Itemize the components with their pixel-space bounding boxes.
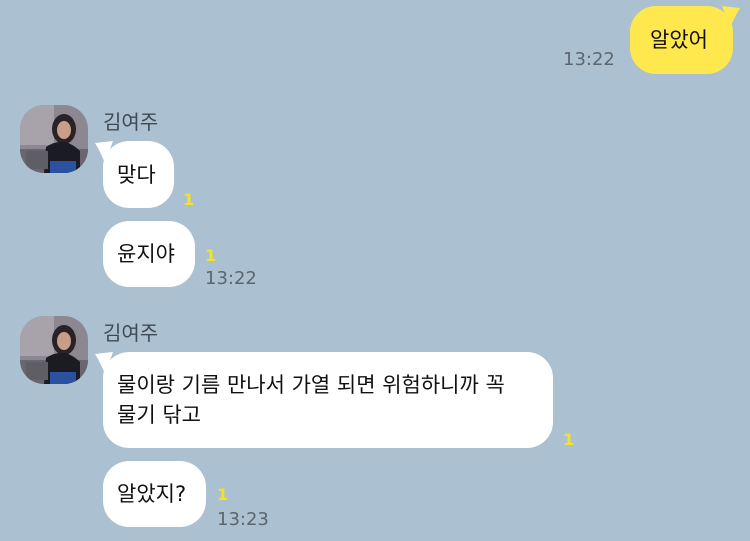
bubble-tail: [722, 6, 740, 28]
incoming-message-bubble[interactable]: 맞다: [103, 141, 174, 208]
incoming-message-bubble[interactable]: 알았지?: [103, 461, 206, 527]
unread-count: 1: [205, 246, 217, 265]
unread-count: 1: [217, 485, 229, 504]
avatar[interactable]: [20, 105, 88, 173]
chat-screen: { "messages": { "outgoing_1": { "text": …: [0, 0, 750, 541]
message-text: 맞다: [117, 163, 156, 187]
message-text-line: 물기 닦고: [117, 403, 201, 427]
avatar-photo-icon: [20, 105, 88, 173]
message-text: 윤지야: [117, 242, 175, 266]
incoming-message-bubble[interactable]: 윤지야: [103, 221, 195, 287]
message-time: 13:22: [563, 49, 615, 70]
sender-name: 김여주: [103, 321, 159, 345]
message-text: 알았어: [650, 28, 708, 52]
outgoing-message-bubble[interactable]: 알았어: [630, 6, 733, 74]
message-text-line: 물이랑 기름 만나서 가열 되면 위험하니까 꼭: [117, 373, 505, 397]
message-time: 13:23: [217, 509, 269, 530]
unread-count: 1: [563, 430, 575, 449]
avatar[interactable]: [20, 316, 88, 384]
sender-name: 김여주: [103, 110, 159, 134]
unread-count: 1: [183, 190, 195, 209]
message-time: 13:22: [205, 268, 257, 289]
message-text: 알았지?: [117, 482, 187, 506]
avatar-photo-icon: [20, 316, 88, 384]
incoming-message-bubble[interactable]: 물이랑 기름 만나서 가열 되면 위험하니까 꼭 물기 닦고: [103, 352, 553, 448]
